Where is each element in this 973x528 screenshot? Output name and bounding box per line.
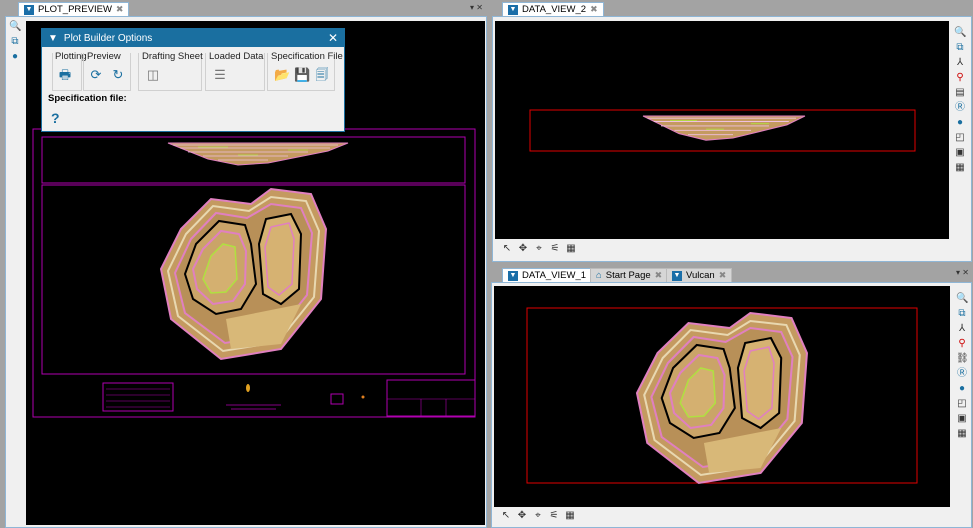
tab-data-view-1[interactable]: ▼ DATA_VIEW_1 ✖ bbox=[502, 268, 604, 282]
open-folder-icon[interactable]: 📂 bbox=[274, 67, 290, 83]
globe-icon[interactable]: ● bbox=[954, 117, 966, 129]
pin-icon[interactable]: ⚲ bbox=[954, 72, 966, 84]
pin-icon[interactable]: ⚲ bbox=[956, 338, 968, 350]
zoom-icon[interactable]: 🔍 bbox=[956, 293, 968, 305]
group-label: Drafting Sheet bbox=[142, 51, 203, 62]
grid-icon[interactable]: ▦ bbox=[565, 243, 577, 255]
list-icon[interactable]: ☰ bbox=[212, 67, 228, 83]
close-icon[interactable]: ✖ bbox=[719, 270, 727, 281]
close-icon[interactable]: ✕ bbox=[328, 31, 338, 45]
save-icon[interactable]: 💾 bbox=[294, 67, 310, 83]
data-view-2-canvas[interactable] bbox=[495, 21, 949, 239]
nodes-icon[interactable]: ⛓ bbox=[956, 353, 969, 365]
grid-icon[interactable]: ▦ bbox=[954, 162, 966, 174]
data-view-1-pane: 🔍 ⧉ ⅄ ⚲ ⛓ Ⓡ ● ◰ ▣ ▦ ↖ ✥ ⌖ ⚟ ▦ bbox=[491, 282, 972, 528]
zoom-icon[interactable]: 🔍 bbox=[9, 21, 21, 33]
pan-icon[interactable]: ✥ bbox=[516, 510, 528, 522]
pane-menu-icon[interactable]: ▾ ✕ bbox=[470, 3, 483, 12]
group-label: Specification File bbox=[271, 51, 343, 62]
right-toolbar: 🔍 ⧉ ⅄ ⚲ ▤ Ⓡ ● ◰ ▣ ▦ bbox=[951, 23, 969, 174]
snap-icon[interactable]: ⚟ bbox=[548, 510, 560, 522]
home-icon: ⌂ bbox=[596, 270, 602, 281]
axes-icon[interactable]: ⅄ bbox=[956, 323, 968, 335]
dialog-title: Plot Builder Options bbox=[63, 32, 153, 44]
data-view-2-pane: 🔍 ⧉ ⅄ ⚲ ▤ Ⓡ ● ◰ ▣ ▦ ↖ ✥ ⌖ ⚟ ▦ bbox=[492, 16, 972, 262]
group-loaded-data: Loaded Data ☰ bbox=[205, 51, 265, 91]
close-icon[interactable]: ✖ bbox=[655, 270, 663, 281]
vulcan-icon: ▼ bbox=[508, 270, 518, 281]
group-plotting: Plotting 🖶 bbox=[52, 51, 87, 91]
window-icon[interactable]: ⧉ bbox=[956, 308, 968, 320]
zoom-icon[interactable]: 🔍 bbox=[954, 27, 966, 39]
close-icon[interactable]: ✖ bbox=[590, 4, 598, 15]
window-icon[interactable]: ⧉ bbox=[954, 42, 966, 54]
group-label: Preview bbox=[87, 51, 121, 62]
vulcan-icon: ▼ bbox=[48, 32, 58, 44]
plot-builder-options-dialog: ▼ Plot Builder Options ✕ Plotting 🖶 Prev… bbox=[41, 28, 345, 132]
group-preview: Preview ⟳ ↻ bbox=[83, 51, 131, 91]
grid-icon[interactable]: ▦ bbox=[956, 428, 968, 440]
refresh-icon[interactable]: ↻ bbox=[110, 67, 126, 83]
data-view-1-canvas[interactable] bbox=[494, 286, 950, 507]
group-drafting-sheet: Drafting Sheet ◫ bbox=[138, 51, 203, 91]
box-icon[interactable]: ▣ bbox=[956, 413, 968, 425]
group-label: Plotting bbox=[55, 51, 87, 62]
close-icon[interactable]: ✖ bbox=[116, 4, 124, 15]
globe-icon[interactable]: ● bbox=[9, 51, 21, 63]
window-icon[interactable]: ⧉ bbox=[9, 36, 21, 48]
globe-icon[interactable]: ● bbox=[956, 383, 968, 395]
group-specification-file: Specification File 📂 💾 🗐 bbox=[267, 51, 343, 91]
save-as-icon[interactable]: 🗐 bbox=[314, 67, 330, 83]
tab-start-page[interactable]: ⌂ Start Page ✖ bbox=[590, 268, 669, 282]
select-arrow-icon[interactable]: ↖ bbox=[500, 510, 512, 522]
tab-data-view-2[interactable]: ▼ DATA_VIEW_2 ✖ bbox=[502, 2, 604, 16]
section-drawing bbox=[529, 109, 916, 152]
pit-drawing bbox=[526, 307, 918, 485]
right-toolbar: 🔍 ⧉ ⅄ ⚲ ⛓ Ⓡ ● ◰ ▣ ▦ bbox=[953, 289, 971, 440]
snap-icon[interactable]: ⚟ bbox=[549, 243, 561, 255]
cube-icon[interactable]: ◰ bbox=[956, 398, 968, 410]
axes-icon[interactable]: ⅄ bbox=[954, 57, 966, 69]
bottom-toolbar: ↖ ✥ ⌖ ⚟ ▦ bbox=[495, 241, 577, 257]
specification-file-label: Specification file: bbox=[48, 93, 127, 104]
pan-icon[interactable]: ✥ bbox=[517, 243, 529, 255]
layers-icon[interactable]: ▤ bbox=[954, 87, 966, 99]
printer-icon[interactable]: 🖶 bbox=[57, 67, 73, 83]
r-icon[interactable]: Ⓡ bbox=[956, 368, 968, 380]
vulcan-icon: ▼ bbox=[24, 4, 34, 15]
r-icon[interactable]: Ⓡ bbox=[954, 102, 966, 114]
drafting-sheet-icon[interactable]: ◫ bbox=[145, 67, 161, 83]
bottom-toolbar: ↖ ✥ ⌖ ⚟ ▦ bbox=[494, 508, 576, 524]
select-arrow-icon[interactable]: ↖ bbox=[501, 243, 513, 255]
tab-plot-preview[interactable]: ▼ PLOT_PREVIEW ✖ bbox=[18, 2, 130, 16]
grid-icon[interactable]: ▦ bbox=[564, 510, 576, 522]
box-icon[interactable]: ▣ bbox=[954, 147, 966, 159]
tab-label: Vulcan bbox=[686, 270, 715, 281]
tab-label: DATA_VIEW_1 bbox=[522, 270, 587, 281]
group-label: Loaded Data bbox=[209, 51, 264, 62]
preview-refresh-dotted-icon[interactable]: ⟳ bbox=[88, 67, 104, 83]
help-icon[interactable]: ? bbox=[51, 110, 60, 126]
tab-label: PLOT_PREVIEW bbox=[38, 4, 112, 15]
left-toolbar: 🔍 ⧉ ● bbox=[6, 17, 24, 63]
vulcan-icon: ▼ bbox=[508, 4, 518, 15]
crosshair-icon[interactable]: ⌖ bbox=[533, 243, 545, 255]
crosshair-icon[interactable]: ⌖ bbox=[532, 510, 544, 522]
dialog-titlebar[interactable]: ▼ Plot Builder Options ✕ bbox=[42, 29, 344, 47]
vulcan-icon: ▼ bbox=[672, 270, 682, 281]
tab-vulcan[interactable]: ▼ Vulcan ✖ bbox=[666, 268, 733, 282]
pane-menu-icon[interactable]: ▾ ✕ bbox=[956, 268, 969, 277]
tab-label: DATA_VIEW_2 bbox=[522, 4, 587, 15]
tab-label: Start Page bbox=[605, 270, 651, 281]
cube-icon[interactable]: ◰ bbox=[954, 132, 966, 144]
